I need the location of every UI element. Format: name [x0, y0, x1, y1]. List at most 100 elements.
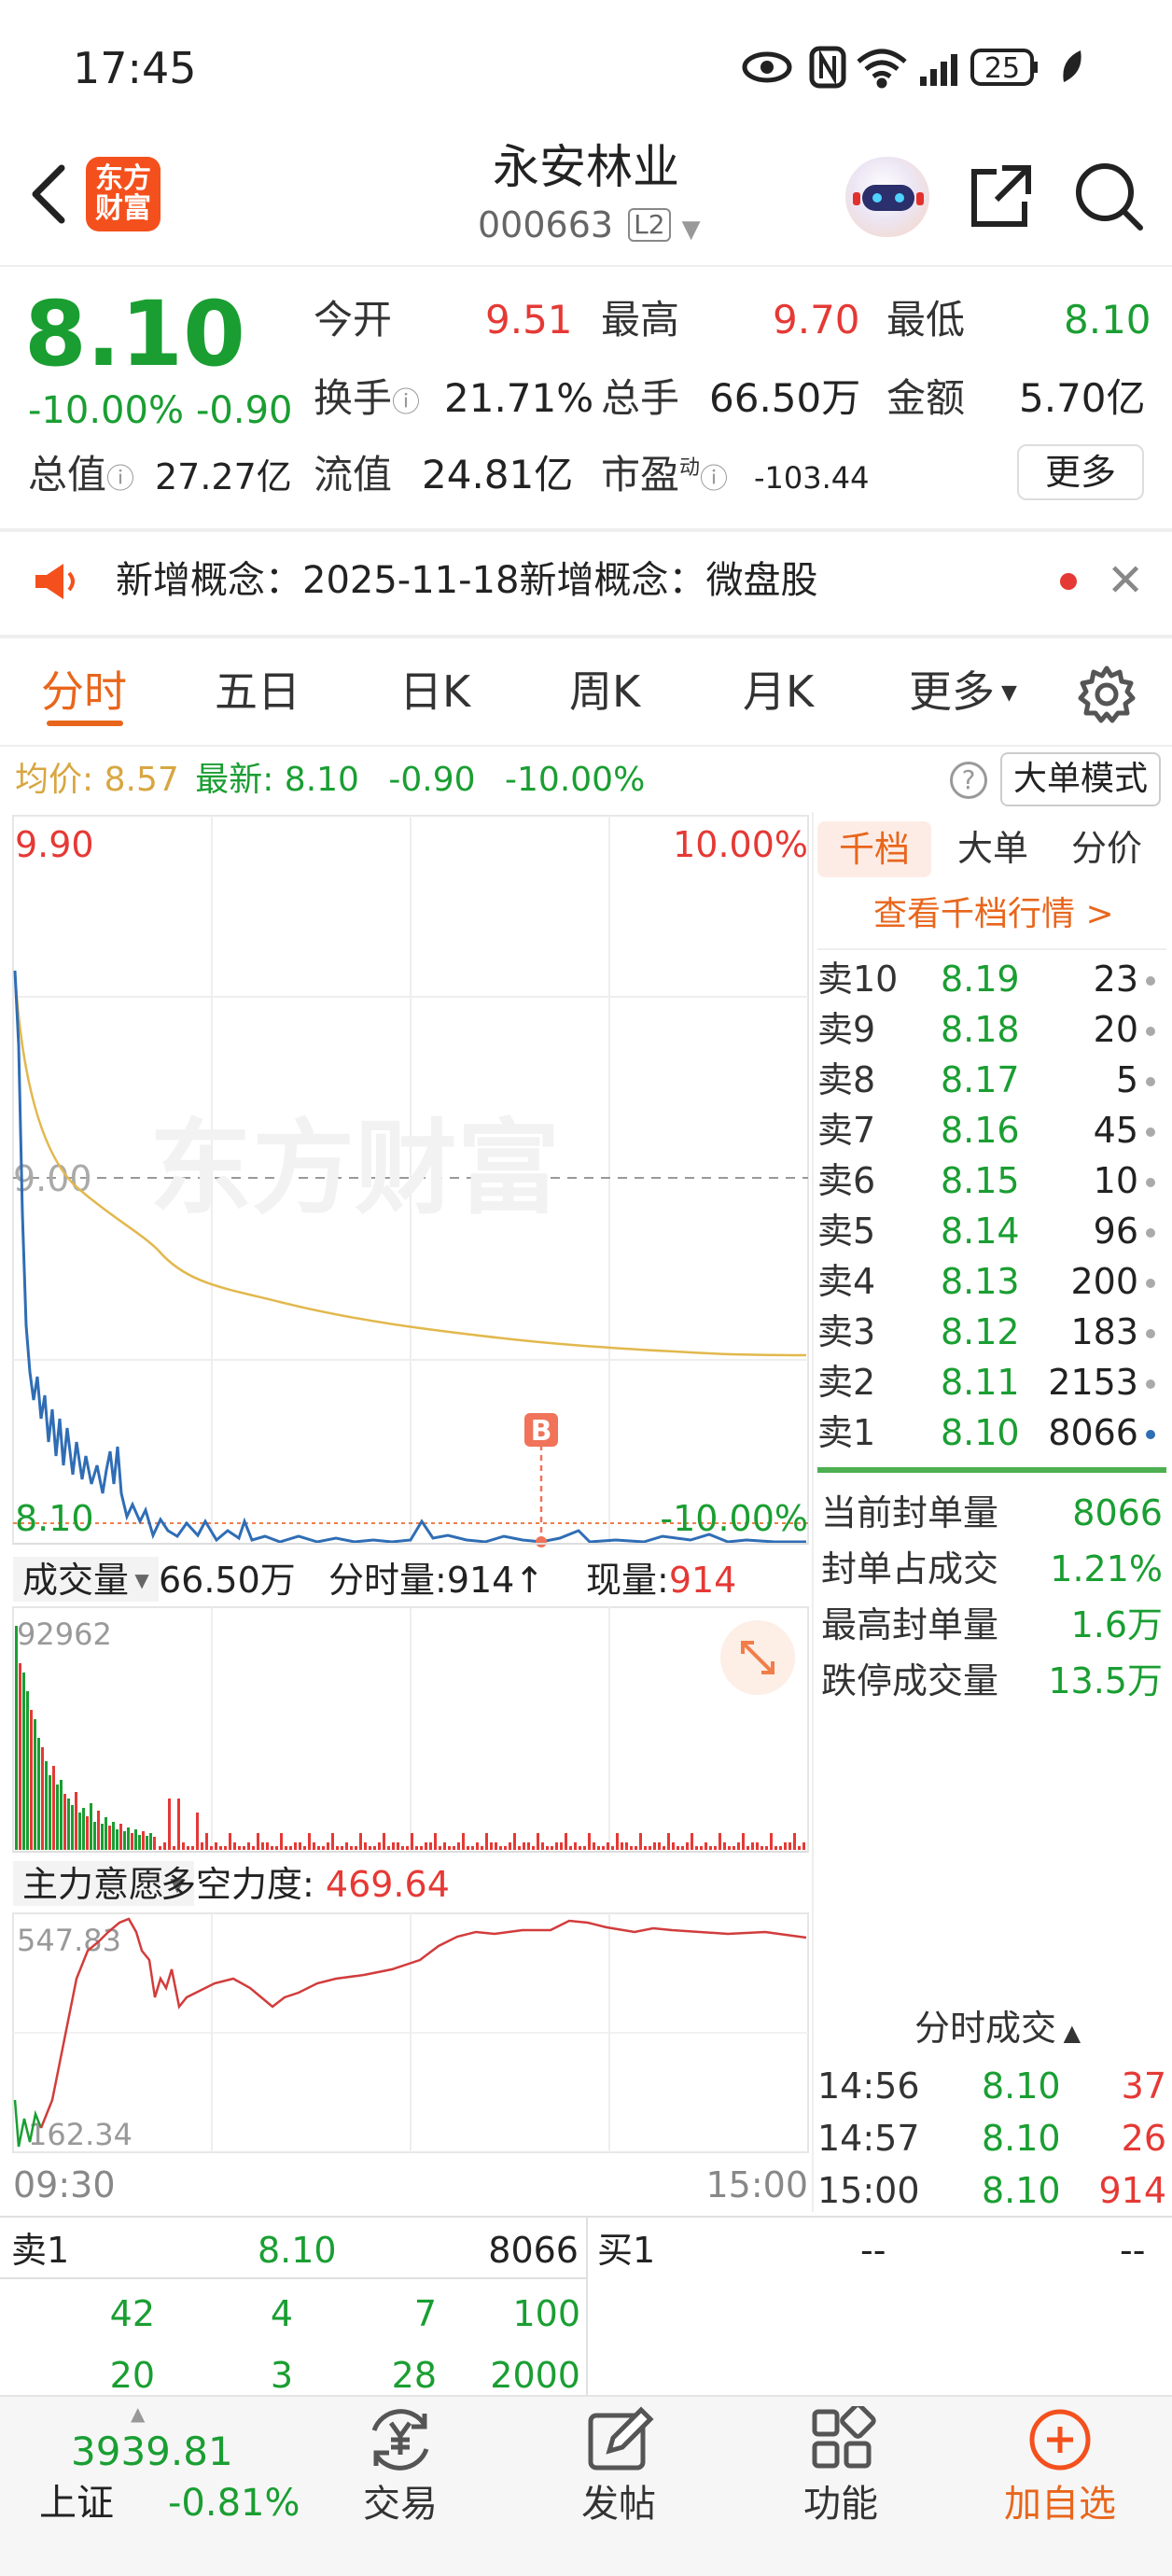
gear-icon — [1078, 665, 1136, 723]
tab-price-dist[interactable]: 分价 — [1071, 831, 1142, 866]
add-watchlist-button[interactable]: 加自选 — [995, 2406, 1125, 2546]
volume-bar — [537, 1833, 539, 1850]
volume-bar — [499, 1846, 502, 1850]
volume-bar — [75, 1792, 77, 1850]
tab-big-orders[interactable]: 大单 — [957, 831, 1028, 866]
ask-row[interactable]: 卖4 8.13 200 — [817, 1260, 1166, 1305]
volume-bar — [737, 1842, 740, 1850]
volume-bar — [271, 1846, 273, 1850]
help-icon[interactable]: ? — [950, 762, 987, 799]
buy-marker[interactable]: B — [531, 1415, 552, 1448]
tab-5day[interactable]: 五日 — [215, 670, 300, 713]
tab-daily-k[interactable]: 日K — [399, 670, 470, 713]
stock-code-selector[interactable]: 000663 L2 ▼ — [478, 207, 701, 243]
volume-bar — [784, 1842, 787, 1850]
ask-row[interactable]: 卖9 8.18 20 — [817, 1008, 1166, 1053]
ask-row[interactable]: 卖2 8.11 2153 — [817, 1361, 1166, 1406]
volume-bar — [406, 1846, 409, 1850]
tab-monthly-k[interactable]: 月K — [743, 670, 814, 713]
volume-bar — [569, 1846, 572, 1850]
seal-row: 封单占成交 1.21% — [821, 1551, 1163, 1587]
settings-button[interactable] — [1077, 665, 1137, 724]
more-button[interactable]: 更多 — [1017, 444, 1144, 500]
volume-bar — [331, 1833, 334, 1850]
tick-time: 15:00 — [817, 2170, 920, 2211]
robot-avatar[interactable] — [845, 157, 929, 237]
ask-price: 8.19 — [941, 959, 1020, 1000]
ask-row[interactable]: 卖5 8.14 96 — [817, 1210, 1166, 1254]
ask-row[interactable]: 卖3 8.12 183 — [817, 1310, 1166, 1355]
post-button[interactable]: 发帖 — [567, 2406, 670, 2546]
volume-bar — [275, 1846, 278, 1850]
close-icon[interactable]: ✕ — [1107, 558, 1144, 603]
intraday-chart[interactable]: 东方财富 9.90 10.00% 9.00 8.10 -10.00% B 929… — [0, 812, 812, 2212]
volume-selector[interactable]: 成交量 ▼ — [13, 1557, 159, 1602]
trade-button[interactable]: 交易 — [349, 2406, 452, 2546]
volume-bar — [565, 1833, 567, 1850]
volume-bar — [770, 1833, 773, 1850]
volume-bar — [616, 1833, 619, 1850]
volume-bar — [630, 1846, 633, 1850]
volume-bar — [467, 1846, 469, 1850]
ask-row[interactable]: 卖8 8.17 5 — [817, 1058, 1166, 1103]
nfc-icon — [809, 46, 846, 89]
volume-bar — [649, 1846, 651, 1850]
volume-bar — [142, 1831, 145, 1850]
caret-up-icon: ▲ — [1056, 2020, 1081, 2046]
queue-cell: 3 — [270, 2355, 293, 2396]
volume-bar — [574, 1842, 577, 1850]
logo-line2: 财富 — [95, 191, 151, 225]
volume-bar — [196, 1813, 199, 1850]
volume-bar — [453, 1846, 455, 1850]
volume-bar — [34, 1719, 36, 1850]
volume-bar — [108, 1826, 111, 1850]
tab-more[interactable]: 更多 ▼ — [909, 670, 1017, 713]
volume-value: 66.50万 — [709, 375, 861, 421]
tick-price: 8.10 — [982, 2170, 1061, 2211]
tab-weekly-k[interactable]: 周K — [569, 670, 640, 713]
volume-bar — [425, 1842, 427, 1850]
volume-bar — [434, 1833, 437, 1850]
volume-bar — [280, 1833, 283, 1850]
ask-row[interactable]: 卖6 8.15 10 — [817, 1159, 1166, 1204]
tab-intraday[interactable]: 分时 — [41, 670, 127, 713]
volume-bar — [653, 1842, 656, 1850]
volume-bar — [131, 1833, 133, 1850]
search-button[interactable] — [1071, 159, 1146, 233]
ask-volume: 200 — [1070, 1261, 1138, 1302]
big-order-mode-button[interactable]: 大单模式 — [1000, 752, 1161, 806]
volume-bar — [210, 1846, 213, 1850]
tab-depth[interactable]: 千档 — [817, 821, 931, 877]
info-icon[interactable]: ⓘ — [700, 463, 728, 496]
seal-label: 跌停成交量 — [821, 1660, 999, 1701]
volume-bar — [686, 1842, 689, 1850]
price-chart: 东方财富 9.90 10.00% 9.00 8.10 -10.00% B — [12, 815, 809, 1547]
period-volume: 分时量:914↑ — [328, 1560, 545, 1601]
ask-price: 8.18 — [941, 1009, 1020, 1050]
ask-row[interactable]: 卖10 8.19 23 — [817, 958, 1166, 1002]
volume-bar — [19, 1663, 21, 1850]
ask-dot — [1146, 1430, 1155, 1439]
view-depth-link[interactable]: 查看千档行情 > — [873, 898, 1114, 931]
index-widget[interactable]: ▲ 3939.81 上证 -0.81% — [0, 2395, 317, 2576]
volume-bar — [52, 1766, 55, 1850]
ask-volume: 2153 — [1048, 1362, 1138, 1403]
current-volume: 现量:914 — [586, 1560, 737, 1601]
ask-volume: 45 — [1093, 1110, 1138, 1151]
volume-bar — [504, 1846, 507, 1850]
ask-row[interactable]: 卖1 8.10 8066 — [817, 1411, 1166, 1456]
ticks-header[interactable]: 分时成交 ▲ — [914, 2010, 1081, 2046]
info-icon[interactable]: ⓘ — [392, 386, 420, 419]
info-icon[interactable]: ⓘ — [106, 463, 134, 496]
share-button[interactable] — [963, 159, 1038, 233]
notice-text[interactable]: 新增概念：2025-11-18新增概念：微盘股 — [116, 562, 817, 599]
ask-dot — [1146, 1178, 1155, 1187]
open-value: 9.51 — [485, 297, 573, 343]
volume-bar — [146, 1836, 148, 1850]
volume-bar — [788, 1842, 791, 1850]
volume-bar — [336, 1846, 339, 1850]
volume-bar — [201, 1842, 203, 1850]
volume-bar — [299, 1842, 301, 1850]
ask-row[interactable]: 卖7 8.16 45 — [817, 1109, 1166, 1154]
function-button[interactable]: 功能 — [789, 2402, 892, 2546]
